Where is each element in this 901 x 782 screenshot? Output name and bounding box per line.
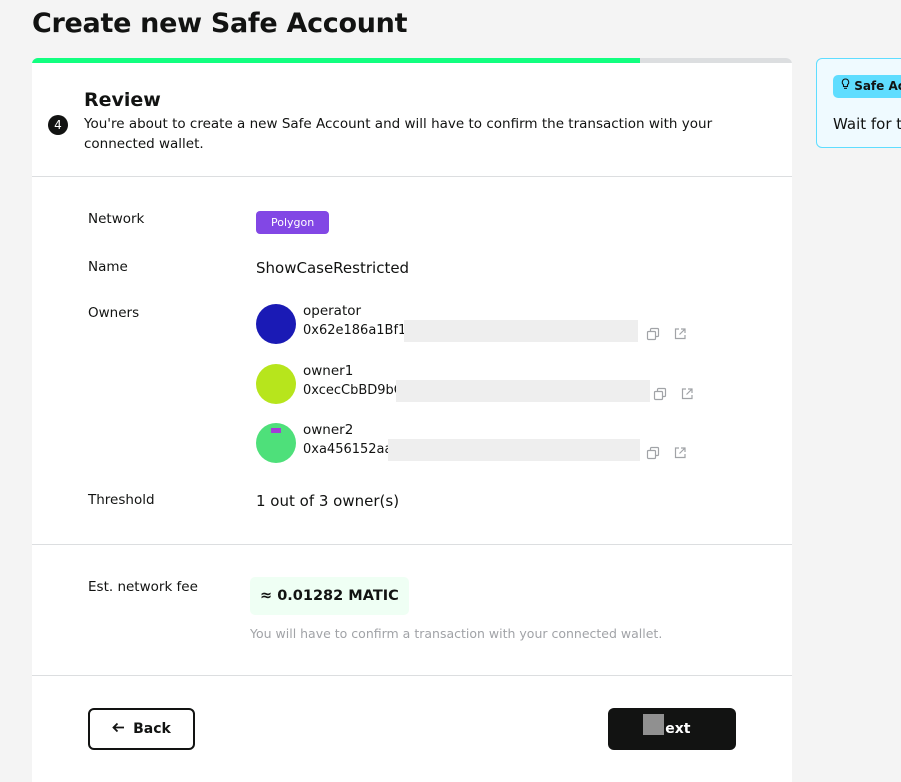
- threshold-value: 1 out of 3 owner(s): [256, 492, 400, 510]
- owner-name: operator: [303, 303, 362, 319]
- step-header: 4 Review You're about to create a new Sa…: [32, 63, 792, 177]
- info-badge-label: Safe Ac: [854, 79, 901, 93]
- owner-name: owner2: [303, 422, 354, 438]
- owner-avatar: [256, 423, 296, 463]
- fee-section: Est. network fee ≈ 0.01282 MATIC You wil…: [32, 545, 792, 676]
- next-button[interactable]: Next: [608, 708, 736, 750]
- owners-label: Owners: [88, 305, 140, 321]
- fee-label: Est. network fee: [88, 579, 198, 595]
- external-link-icon[interactable]: [673, 445, 687, 459]
- back-button-label: Back: [133, 721, 171, 737]
- owner-avatar: [256, 364, 296, 404]
- safe-name-value: ShowCaseRestricted: [256, 259, 410, 277]
- copy-icon[interactable]: [653, 386, 667, 401]
- copy-icon[interactable]: [646, 445, 660, 460]
- review-card: 4 Review You're about to create a new Sa…: [32, 58, 792, 782]
- owner-name: owner1: [303, 363, 354, 379]
- copy-icon[interactable]: [646, 326, 660, 341]
- fee-value: ≈ 0.01282 MATIC: [250, 577, 409, 615]
- review-details: Network Polygon Name ShowCaseRestricted …: [32, 177, 792, 545]
- page-title: Create new Safe Account: [32, 8, 408, 39]
- address-redaction: [396, 380, 650, 402]
- step-number-badge: 4: [48, 115, 68, 135]
- owner-avatar: [256, 304, 296, 344]
- name-label: Name: [88, 259, 128, 275]
- step-description: You're about to create a new Safe Accoun…: [84, 116, 713, 152]
- back-button[interactable]: Back: [88, 708, 195, 750]
- step-title: Review: [84, 89, 161, 111]
- cursor-overlay: [643, 714, 664, 735]
- owner-row: owner1 0xcecCbBD9bCa111A: [256, 363, 696, 406]
- owner-row: owner2 0xa456152aaA6154b: [256, 422, 696, 465]
- info-panel: Safe Ac Wait for t: [816, 58, 901, 148]
- threshold-label: Threshold: [88, 492, 155, 508]
- network-label: Network: [88, 211, 145, 227]
- owner-row: operator 0x62e186a1Bf110838: [256, 303, 696, 346]
- address-redaction: [388, 439, 640, 461]
- arrow-left-icon: [112, 721, 125, 737]
- network-chip: Polygon: [256, 211, 330, 234]
- external-link-icon[interactable]: [673, 326, 687, 340]
- info-badge: Safe Ac: [833, 75, 901, 98]
- step-actions: Back Next: [32, 676, 792, 782]
- fee-note: You will have to confirm a transaction w…: [250, 626, 663, 641]
- info-text: Wait for t: [833, 115, 901, 133]
- external-link-icon[interactable]: [680, 386, 694, 400]
- address-redaction: [404, 320, 638, 342]
- lightbulb-icon: [841, 78, 854, 93]
